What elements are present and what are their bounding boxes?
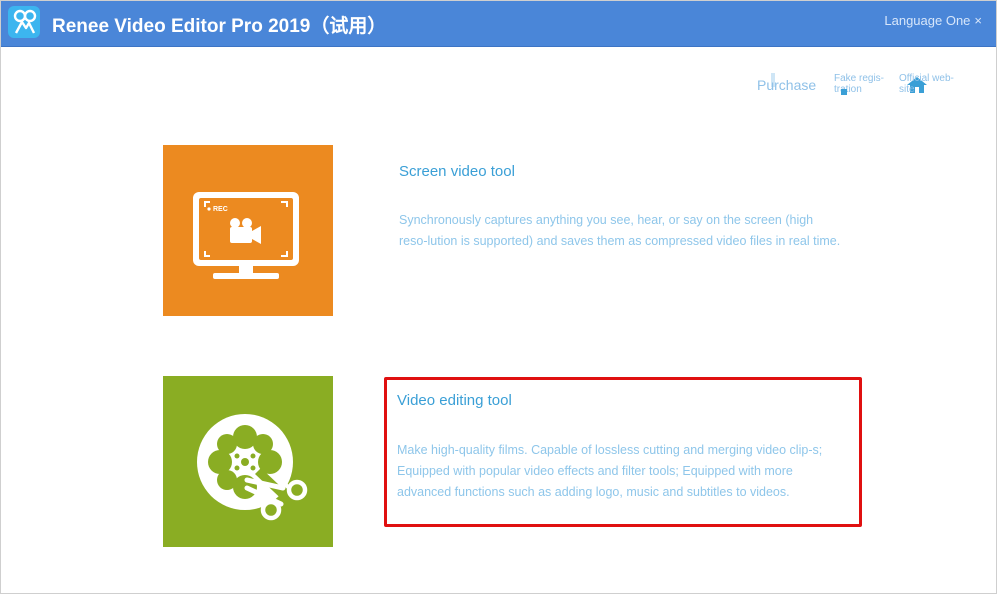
video-editing-tool-title[interactable]: Video editing tool xyxy=(397,392,512,409)
video-editing-tool-tile[interactable] xyxy=(163,376,333,547)
top-links: Purchase Fake regis-tration Official web… xyxy=(1,71,997,111)
film-reel-scissors-icon xyxy=(197,414,308,521)
window-title: Renee Video Editor Pro 2019（试用） xyxy=(52,16,387,37)
screen-record-icon: REC xyxy=(193,192,299,279)
screen-video-tool-tile[interactable]: REC xyxy=(163,145,333,316)
fake-registration-link[interactable]: Fake regis-tration xyxy=(834,73,894,95)
screen-video-tool-description: Synchronously captures anything you see,… xyxy=(399,213,841,248)
video-editing-tool-description: Make high-quality films. Capable of loss… xyxy=(397,443,823,499)
close-icon[interactable]: × xyxy=(974,13,982,28)
screen-video-tool-title[interactable]: Screen video tool xyxy=(399,163,515,180)
official-website-link[interactable]: Official web-site xyxy=(899,73,961,95)
app-window: Renee Video Editor Pro 2019（试用） Language… xyxy=(0,0,997,594)
language-label: Language One xyxy=(884,13,971,28)
app-logo-icon xyxy=(8,6,40,38)
purchase-label: Purchase xyxy=(757,77,817,93)
rec-label: REC xyxy=(213,206,228,213)
key-icon xyxy=(841,87,847,98)
language-button[interactable]: Language One × xyxy=(884,13,982,28)
purchase-link[interactable]: Purchase xyxy=(757,73,817,93)
title-bar: Renee Video Editor Pro 2019（试用） Language… xyxy=(1,1,996,47)
